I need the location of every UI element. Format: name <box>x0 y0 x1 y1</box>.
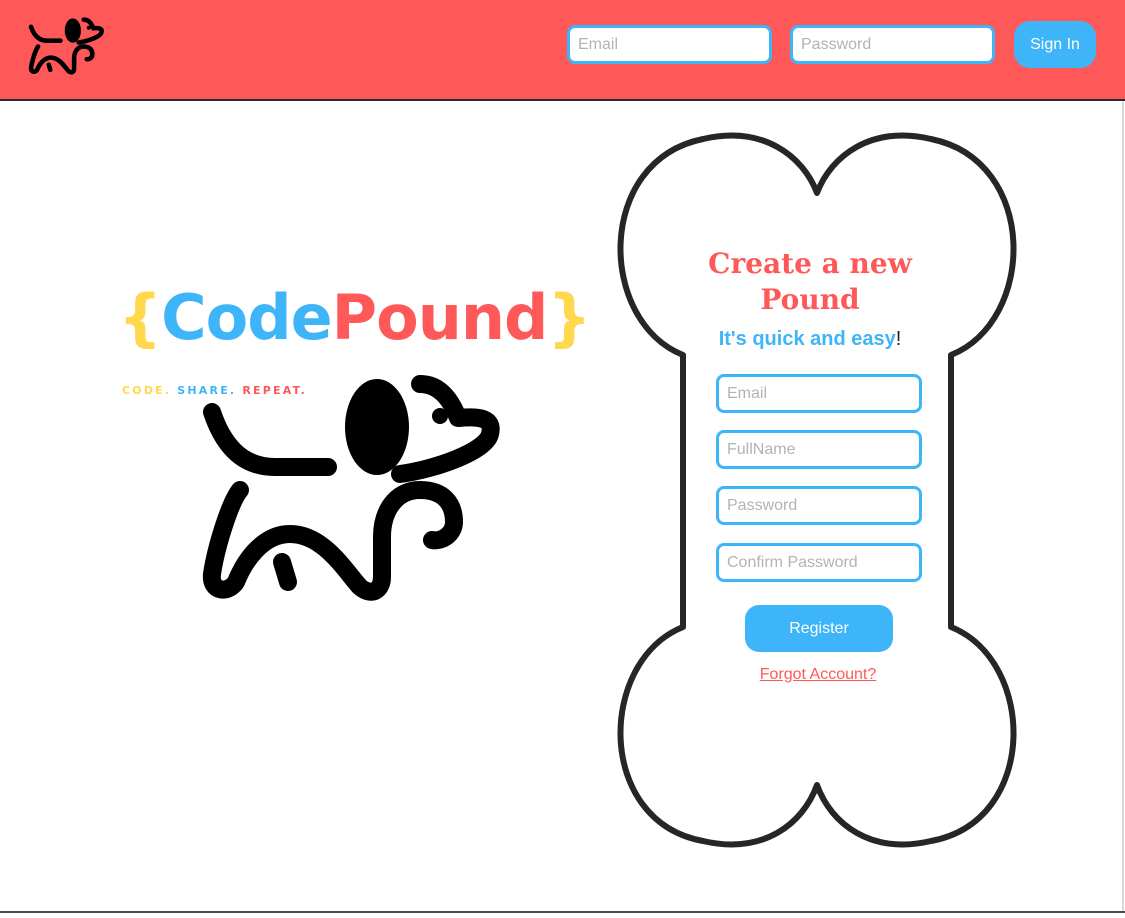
page-border-bottom <box>0 911 1125 913</box>
page-border-right <box>1122 101 1124 913</box>
header-email-input[interactable] <box>567 25 772 64</box>
brand-close-brace: } <box>547 281 591 354</box>
brand-name-pound: Pound <box>331 281 549 354</box>
tagline-code: CODE. <box>122 384 172 397</box>
dog-logo-icon[interactable] <box>28 14 104 78</box>
top-navbar: Sign In <box>0 0 1125 101</box>
brand-open-brace: { <box>118 281 162 354</box>
register-button[interactable]: Register <box>745 605 893 652</box>
header-password-input[interactable] <box>790 25 995 64</box>
register-confirm-password-input[interactable] <box>716 543 922 582</box>
brand-wordmark: {CodePound} <box>118 278 592 358</box>
register-title: Create a new Pound <box>708 247 912 316</box>
register-password-input[interactable] <box>716 486 922 525</box>
brand-name-code: Code <box>161 281 333 354</box>
register-fullname-input[interactable] <box>716 430 922 469</box>
forgot-account-link[interactable]: Forgot Account? <box>700 666 936 684</box>
dog-mascot-icon <box>202 375 500 601</box>
register-email-input[interactable] <box>716 374 922 413</box>
register-subtitle-text: It's quick and easy <box>718 328 896 350</box>
register-subtitle-suffix: ! <box>895 328 902 350</box>
sign-in-button[interactable]: Sign In <box>1014 21 1096 68</box>
register-subtitle: It's quick and easy! <box>688 328 932 351</box>
